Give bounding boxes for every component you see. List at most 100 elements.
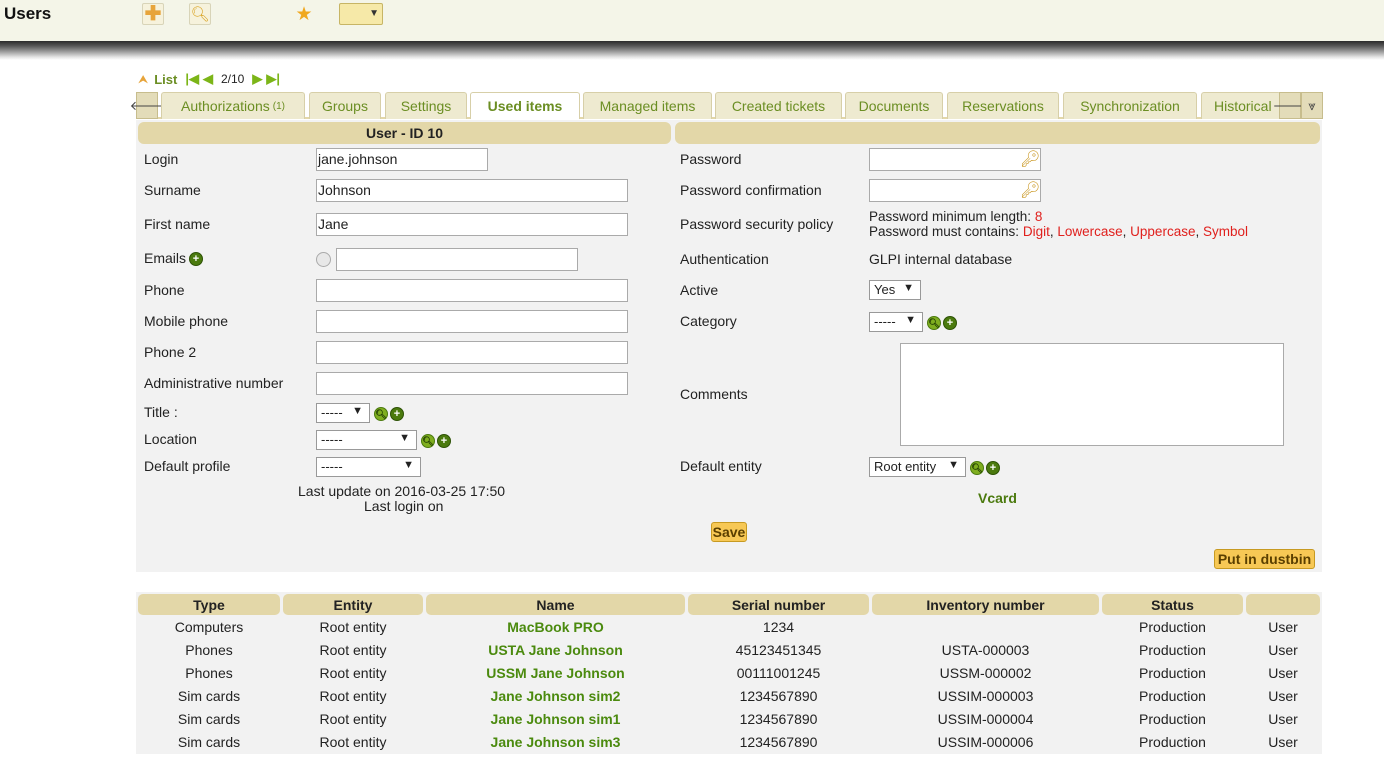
add-email-icon[interactable]: + [189, 252, 203, 266]
tab-historical[interactable]: Historical [1201, 92, 1281, 119]
cell-serial: 1234 [762, 619, 795, 635]
cell-status: Production [1139, 665, 1206, 681]
tab-settings[interactable]: Settings [385, 92, 467, 119]
column-header-name: Name [426, 594, 685, 615]
add-icon[interactable]: ✚ [142, 3, 164, 25]
save-button[interactable]: Save [711, 522, 747, 542]
cell-serial: 45123451345 [735, 642, 822, 658]
password-field[interactable] [869, 148, 1041, 171]
title-select[interactable]: ----- ▼ [316, 403, 370, 423]
column-header-entity: Entity [283, 594, 423, 615]
mobile-phone-field[interactable] [316, 310, 628, 333]
authentication-value: GLPI internal database [869, 251, 1013, 267]
default-entity-value: Root entity [874, 459, 937, 474]
default-entity-select[interactable]: Root entity ▼ [869, 457, 966, 477]
surname-field[interactable]: Johnson [316, 179, 628, 202]
cell-type: Sim cards [177, 734, 241, 750]
chevron-down-icon: ▼ [403, 459, 414, 471]
rule-lowercase: Lowercase [1057, 224, 1123, 239]
item-name-link[interactable]: Jane Johnson sim2 [426, 688, 685, 704]
login-label: Login [144, 151, 179, 167]
cell-serial: 1234567890 [739, 734, 818, 750]
cell-usage: User [1268, 711, 1298, 727]
chevron-down-icon: ▼ [399, 432, 410, 444]
location-label: Location [144, 431, 197, 447]
tab-documents[interactable]: Documents [845, 92, 943, 119]
add-title-icon[interactable]: + [390, 407, 404, 421]
up-icon[interactable]: ⮝ [138, 72, 148, 87]
cell-status: Production [1139, 734, 1206, 750]
tab-groups[interactable]: Groups [309, 92, 381, 119]
cell-type: Phones [185, 642, 233, 658]
tab-scroll-left-icon[interactable]: 🡐 [130, 92, 164, 119]
tab-synchronization[interactable]: Synchronization [1063, 92, 1197, 119]
put-in-dustbin-button[interactable]: Put in dustbin [1214, 549, 1315, 569]
email-field[interactable] [336, 248, 578, 271]
emails-label: Emails [144, 250, 187, 266]
column-header-serial: Serial number [688, 594, 869, 615]
login-field[interactable]: jane.johnson [316, 148, 488, 171]
mobile-phone-label: Mobile phone [144, 313, 229, 329]
title-value: ----- [321, 405, 343, 420]
category-select[interactable]: ----- ▼ [869, 312, 923, 332]
add-category-icon[interactable]: + [943, 316, 957, 330]
tab-managed-items[interactable]: Managed items [583, 92, 712, 119]
item-name-link[interactable]: USSM Jane Johnson [426, 665, 685, 681]
tab-bar: 🡐 Authorizations (1) Groups Settings Used… [130, 91, 1323, 119]
password-confirm-field[interactable] [869, 179, 1041, 202]
star-icon[interactable]: ★ [293, 3, 315, 25]
tab-authorizations[interactable]: Authorizations (1) [161, 92, 305, 119]
search-location-icon[interactable]: 🔍︎ [421, 434, 435, 448]
default-profile-select[interactable]: ----- ▼ [316, 457, 421, 477]
tab-scroll-right-icon[interactable]: 🡒 [1273, 92, 1307, 119]
add-entity-icon[interactable]: + [986, 461, 1000, 475]
firstname-label: First name [144, 216, 211, 232]
cell-entity: Root entity [319, 665, 387, 681]
cell-type: Computers [174, 619, 244, 635]
next-record-icon[interactable]: ▶ [252, 71, 262, 87]
surname-label: Surname [144, 182, 201, 198]
used-items-table: Type Entity Name Serial number Inventory… [136, 592, 1322, 754]
search-entity-icon[interactable]: 🔍︎ [970, 461, 984, 475]
vcard-link[interactable]: Vcard [978, 490, 1017, 506]
rule-symbol: Symbol [1202, 224, 1248, 239]
password-label: Password [680, 151, 742, 167]
item-name-link[interactable]: MacBook PRO [426, 619, 685, 635]
phone2-field[interactable] [316, 341, 628, 364]
add-location-icon[interactable]: + [437, 434, 451, 448]
firstname-field[interactable]: Jane [316, 213, 628, 236]
item-name-link[interactable]: USTA Jane Johnson [426, 642, 685, 658]
admin-number-label: Administrative number [144, 375, 284, 391]
top-bar: Users ✚ 🔍︎ ★ ▼ [0, 0, 1384, 41]
phone2-label: Phone 2 [144, 344, 197, 360]
tab-reservations[interactable]: Reservations [947, 92, 1059, 119]
location-select[interactable]: ----- ▼ [316, 430, 417, 450]
column-header-extra [1246, 594, 1320, 615]
list-link[interactable]: List [154, 72, 177, 87]
active-select[interactable]: Yes ▼ [869, 280, 921, 300]
authentication-label: Authentication [680, 251, 769, 267]
item-name-link[interactable]: Jane Johnson sim3 [426, 734, 685, 750]
cell-entity: Root entity [319, 711, 387, 727]
tab-label: Groups [322, 98, 368, 114]
admin-number-field[interactable] [316, 372, 628, 395]
item-name-link[interactable]: Jane Johnson sim1 [426, 711, 685, 727]
search-category-icon[interactable]: 🔍︎ [927, 316, 941, 330]
last-record-icon[interactable]: ▶| [266, 71, 280, 87]
phone-field[interactable] [316, 279, 628, 302]
previous-record-icon[interactable]: ◀ [203, 71, 213, 87]
comments-textarea[interactable] [900, 343, 1284, 446]
tab-created-tickets[interactable]: Created tickets [715, 92, 842, 119]
default-email-radio[interactable] [316, 252, 331, 267]
rule-digit: Digit [1022, 224, 1050, 239]
search-icon[interactable]: 🔍︎ [189, 3, 211, 25]
tab-used-items[interactable]: Used items [470, 92, 580, 119]
tab-label: Synchronization [1080, 98, 1180, 114]
tab-list-dropdown-icon[interactable]: ⩔ [1301, 92, 1323, 119]
first-record-icon[interactable]: |◀ [185, 71, 199, 87]
cell-serial: 1234567890 [739, 711, 818, 727]
cell-inventory: USTA-000003 [941, 642, 1030, 658]
display-options-icon[interactable]: ▼ [339, 3, 383, 25]
tab-label: Managed items [599, 98, 696, 114]
search-title-icon[interactable]: 🔍︎ [374, 407, 388, 421]
